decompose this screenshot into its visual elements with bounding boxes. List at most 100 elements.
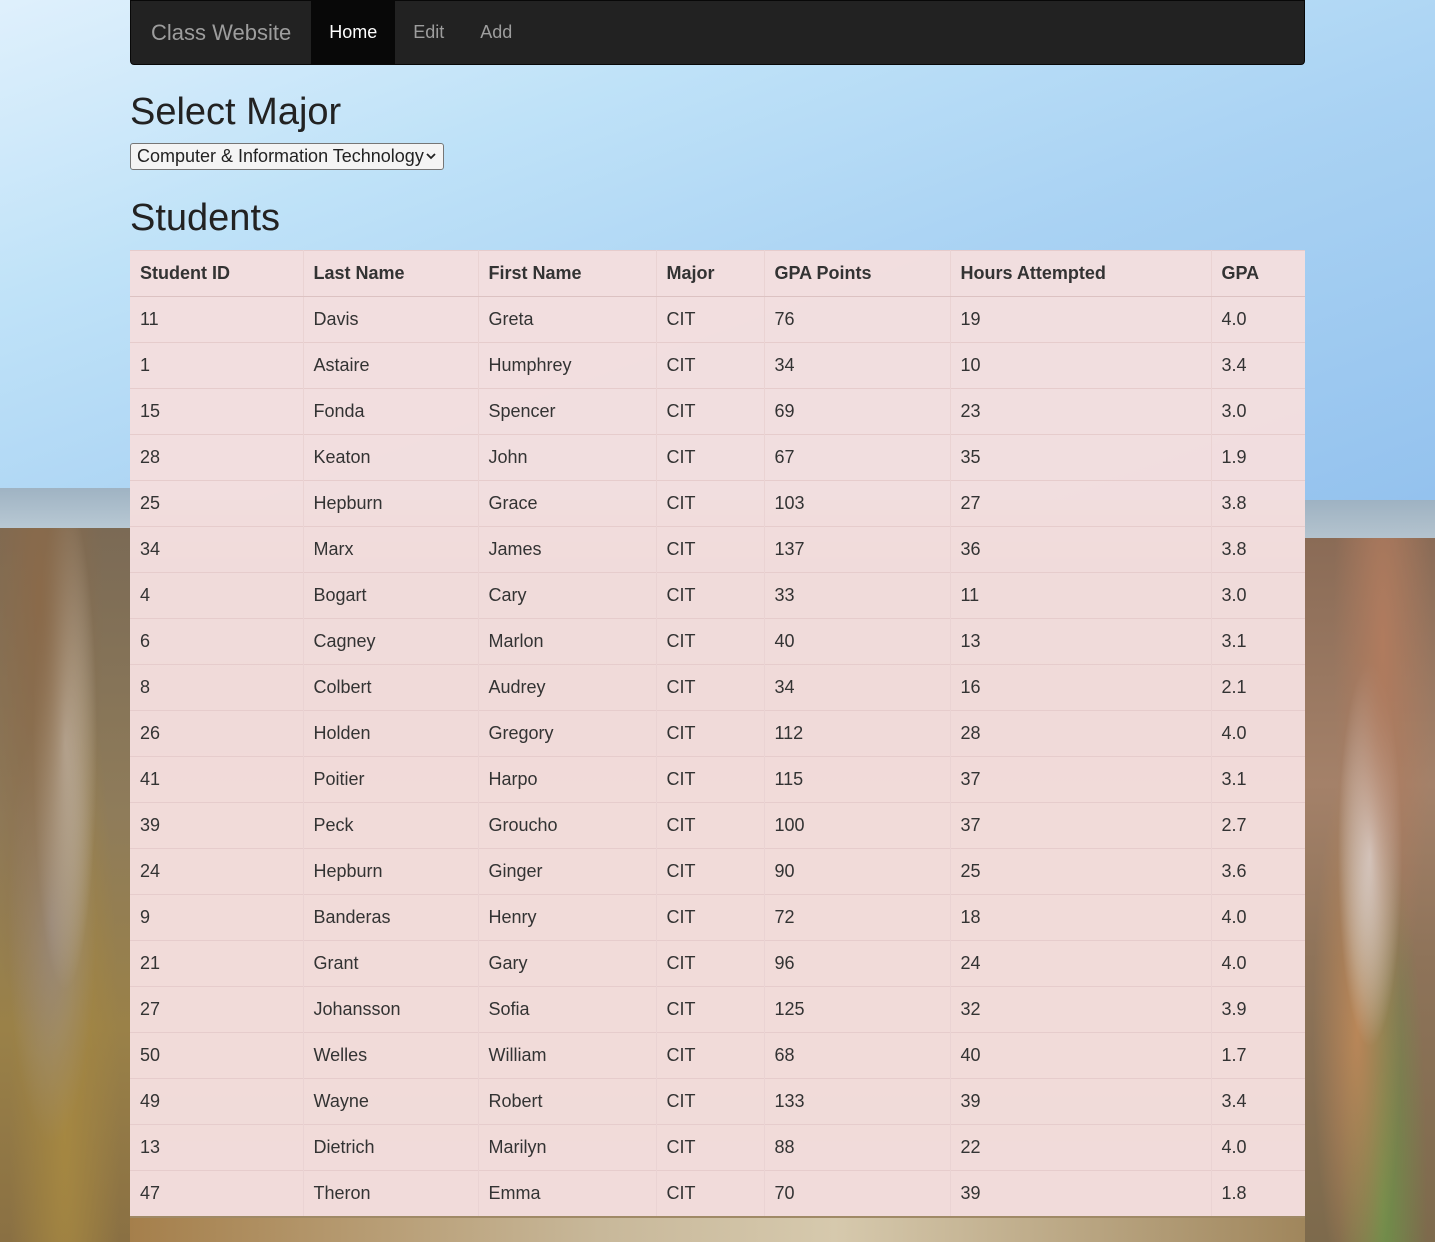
cell-major: CIT: [656, 756, 765, 803]
select-major-heading: Select Major: [130, 91, 342, 133]
cell-gpa-points: 112: [764, 710, 951, 757]
cell-last-name: Johansson: [303, 986, 479, 1033]
cell-major: CIT: [656, 1078, 765, 1125]
students-table: Student ID Last Name First Name Major GPA Po…: [130, 250, 1305, 1216]
cell-last-name: Cagney: [303, 618, 479, 665]
cell-first-name: William: [478, 1032, 657, 1079]
cell-gpa: 1.9: [1211, 434, 1305, 481]
background-campus-bottom: [130, 1218, 1305, 1242]
cell-gpa: 4.0: [1211, 894, 1305, 941]
table-header-row: Student ID Last Name First Name Major GPA Po…: [130, 250, 1305, 297]
cell-first-name: Henry: [478, 894, 657, 941]
cell-gpa-points: 67: [764, 434, 951, 481]
cell-major: CIT: [656, 434, 765, 481]
column-header-first-name: First Name: [478, 250, 657, 297]
cell-last-name: Theron: [303, 1170, 479, 1216]
cell-last-name: Dietrich: [303, 1124, 479, 1171]
cell-gpa: 3.1: [1211, 618, 1305, 665]
cell-hours-attempted: 16: [950, 664, 1212, 711]
background-campus-left: [0, 528, 130, 1242]
cell-gpa: 2.7: [1211, 802, 1305, 849]
cell-student-id: 50: [130, 1032, 304, 1079]
cell-first-name: James: [478, 526, 657, 573]
cell-last-name: Holden: [303, 710, 479, 757]
cell-hours-attempted: 37: [950, 756, 1212, 803]
cell-last-name: Peck: [303, 802, 479, 849]
cell-gpa: 1.8: [1211, 1170, 1305, 1216]
cell-major: CIT: [656, 1170, 765, 1216]
cell-student-id: 6: [130, 618, 304, 665]
cell-gpa-points: 96: [764, 940, 951, 987]
table-row: 47 Theron Emma CIT 70 39 1.8: [130, 1170, 1305, 1216]
cell-major: CIT: [656, 894, 765, 941]
cell-hours-attempted: 23: [950, 388, 1212, 435]
major-select-value: Computer & Information Technology: [137, 146, 424, 166]
cell-hours-attempted: 37: [950, 802, 1212, 849]
table-row: 49 Wayne Robert CIT 133 39 3.4: [130, 1078, 1305, 1125]
cell-last-name: Wayne: [303, 1078, 479, 1125]
cell-student-id: 49: [130, 1078, 304, 1125]
table-row: 26 Holden Gregory CIT 112 28 4.0: [130, 710, 1305, 757]
chevron-down-icon: [425, 146, 437, 169]
cell-last-name: Colbert: [303, 664, 479, 711]
table-row: 8 Colbert Audrey CIT 34 16 2.1: [130, 664, 1305, 711]
major-select[interactable]: Computer & Information Technology: [130, 143, 444, 170]
cell-gpa: 2.1: [1211, 664, 1305, 711]
cell-last-name: Astaire: [303, 342, 479, 389]
table-row: 21 Grant Gary CIT 96 24 4.0: [130, 940, 1305, 987]
cell-hours-attempted: 25: [950, 848, 1212, 895]
cell-student-id: 41: [130, 756, 304, 803]
cell-student-id: 21: [130, 940, 304, 987]
cell-student-id: 13: [130, 1124, 304, 1171]
table-row: 6 Cagney Marlon CIT 40 13 3.1: [130, 618, 1305, 665]
table-row: 24 Hepburn Ginger CIT 90 25 3.6: [130, 848, 1305, 895]
cell-hours-attempted: 24: [950, 940, 1212, 987]
table-row: 11 Davis Greta CIT 76 19 4.0: [130, 296, 1305, 343]
cell-hours-attempted: 11: [950, 572, 1212, 619]
cell-student-id: 39: [130, 802, 304, 849]
cell-gpa: 3.8: [1211, 526, 1305, 573]
cell-first-name: Sofia: [478, 986, 657, 1033]
cell-first-name: Grace: [478, 480, 657, 527]
cell-hours-attempted: 27: [950, 480, 1212, 527]
students-heading: Students: [130, 197, 280, 239]
cell-gpa-points: 69: [764, 388, 951, 435]
table-row: 1 Astaire Humphrey CIT 34 10 3.4: [130, 342, 1305, 389]
cell-major: CIT: [656, 1124, 765, 1171]
cell-gpa-points: 40: [764, 618, 951, 665]
cell-gpa: 3.9: [1211, 986, 1305, 1033]
cell-gpa-points: 133: [764, 1078, 951, 1125]
table-row: 28 Keaton John CIT 67 35 1.9: [130, 434, 1305, 481]
cell-gpa-points: 90: [764, 848, 951, 895]
cell-last-name: Hepburn: [303, 480, 479, 527]
cell-first-name: Spencer: [478, 388, 657, 435]
cell-major: CIT: [656, 342, 765, 389]
table-row: 9 Banderas Henry CIT 72 18 4.0: [130, 894, 1305, 941]
cell-hours-attempted: 39: [950, 1170, 1212, 1216]
cell-gpa-points: 103: [764, 480, 951, 527]
cell-student-id: 26: [130, 710, 304, 757]
cell-student-id: 1: [130, 342, 304, 389]
cell-major: CIT: [656, 296, 765, 343]
navbar-brand[interactable]: Class Website: [131, 1, 311, 64]
cell-gpa-points: 72: [764, 894, 951, 941]
nav-item-home[interactable]: Home: [311, 1, 396, 64]
cell-first-name: Groucho: [478, 802, 657, 849]
cell-gpa-points: 137: [764, 526, 951, 573]
cell-gpa-points: 70: [764, 1170, 951, 1216]
nav-item-add[interactable]: Add: [462, 1, 530, 64]
cell-first-name: Greta: [478, 296, 657, 343]
cell-last-name: Banderas: [303, 894, 479, 941]
table-row: 34 Marx James CIT 137 36 3.8: [130, 526, 1305, 573]
table-row: 41 Poitier Harpo CIT 115 37 3.1: [130, 756, 1305, 803]
cell-hours-attempted: 22: [950, 1124, 1212, 1171]
nav-item-edit[interactable]: Edit: [395, 1, 462, 64]
cell-gpa: 4.0: [1211, 1124, 1305, 1171]
cell-first-name: Emma: [478, 1170, 657, 1216]
cell-first-name: Marlon: [478, 618, 657, 665]
cell-gpa-points: 68: [764, 1032, 951, 1079]
cell-major: CIT: [656, 388, 765, 435]
cell-gpa: 4.0: [1211, 940, 1305, 987]
table-row: 15 Fonda Spencer CIT 69 23 3.0: [130, 388, 1305, 435]
cell-gpa: 4.0: [1211, 296, 1305, 343]
